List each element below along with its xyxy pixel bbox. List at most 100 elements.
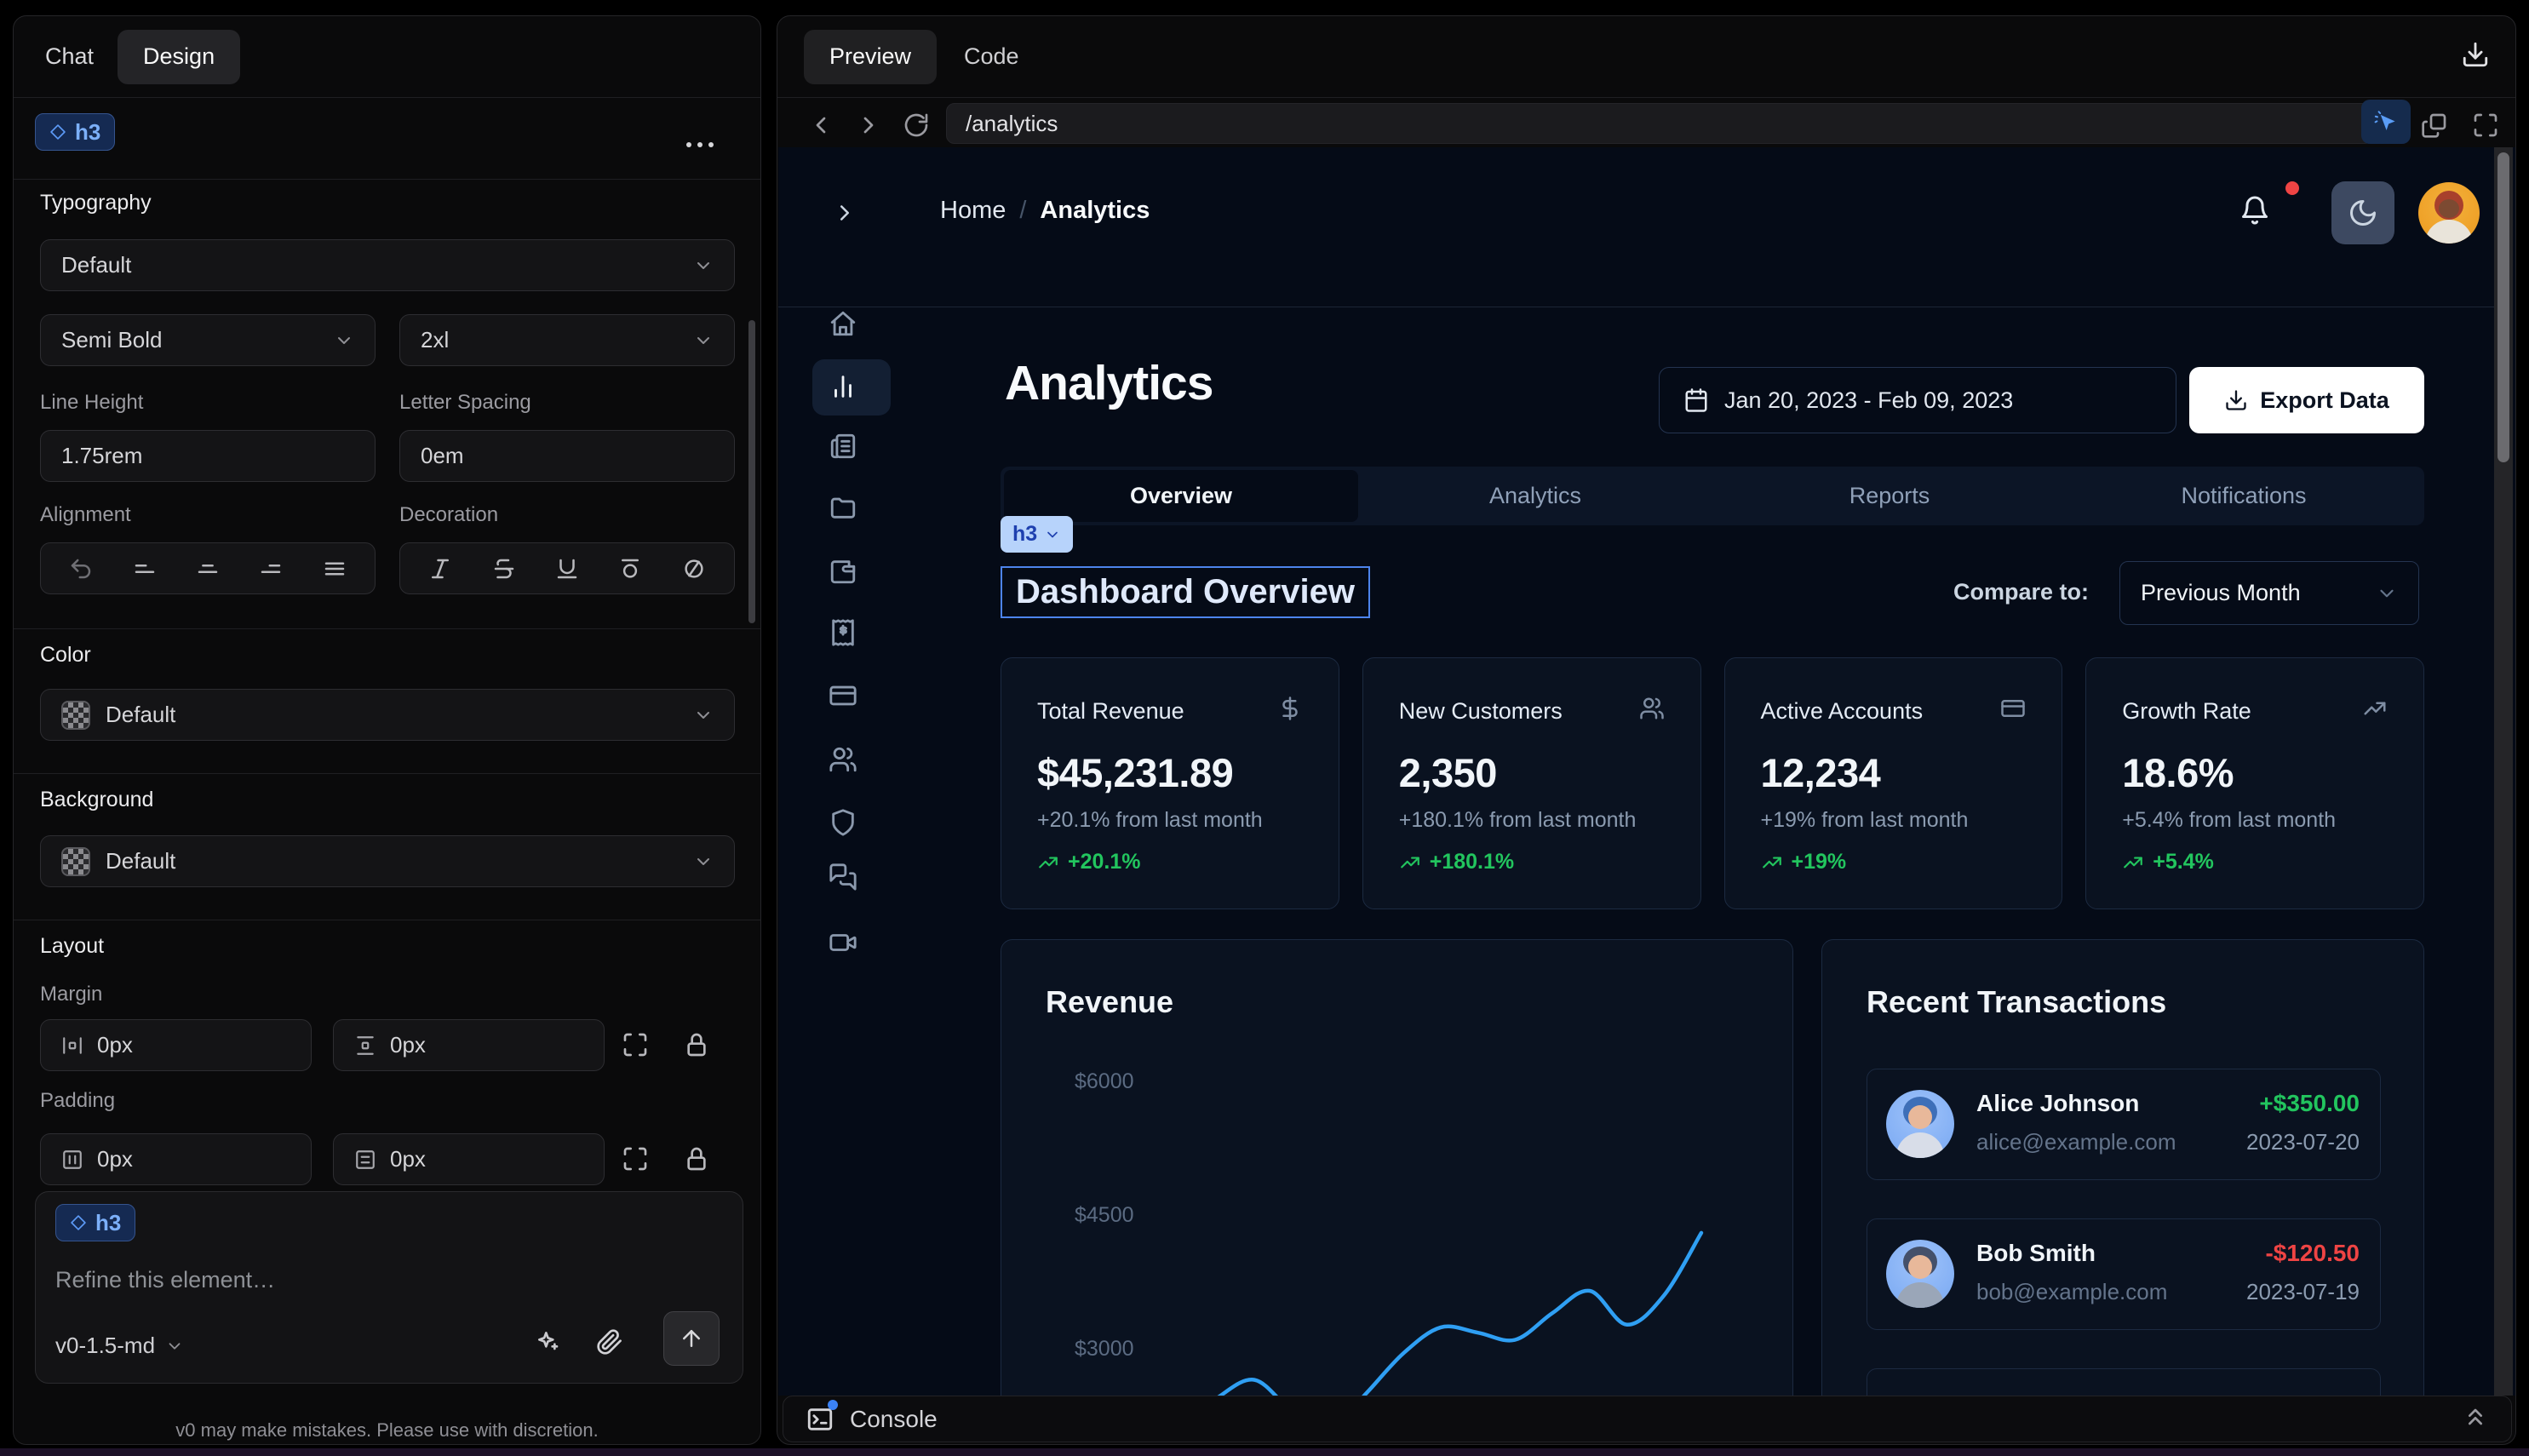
inspect-cursor-button[interactable] [2361,100,2411,144]
divider [14,97,760,98]
transaction-row[interactable]: Alice Johnson alice@example.com +$350.00… [1867,1069,2381,1180]
preview-scrollbar[interactable] [2494,147,2513,1396]
tab-analytics[interactable]: Analytics [1358,470,1712,522]
letter-spacing-input[interactable]: 0em [399,430,735,482]
strikethrough-icon[interactable] [491,556,517,582]
maximize-icon[interactable] [2472,112,2499,139]
send-button[interactable] [663,1311,720,1366]
divider [14,773,760,774]
model-select[interactable]: v0-1.5-md [55,1333,184,1359]
transaction-row-partial[interactable] [1867,1368,2381,1396]
tab-code[interactable]: Code [964,43,1019,70]
chevron-down-icon [693,705,714,725]
breadcrumb-home[interactable]: Home [940,197,1006,225]
sidebar-analytics-icon[interactable] [829,372,857,401]
date-range-button[interactable]: Jan 20, 2023 - Feb 09, 2023 [1659,367,2176,433]
notification-dot [2285,181,2299,195]
sidebar-security-icon[interactable] [829,808,857,837]
italic-icon[interactable] [427,556,453,582]
user-avatar[interactable] [2418,182,2480,244]
sidebar-folder-icon[interactable] [829,493,857,522]
tab-overview[interactable]: Overview [1004,470,1358,522]
refine-element-badge[interactable]: h3 [55,1204,135,1241]
font-style-select[interactable]: Default [40,239,735,291]
diamond-icon [70,1214,87,1231]
copy-icon[interactable] [2421,112,2448,139]
margin-vertical-icon [354,1035,376,1057]
download-icon[interactable] [2461,40,2490,73]
element-tag-pill[interactable]: h3 [1001,516,1073,553]
align-center-icon[interactable] [195,556,221,582]
sidebar-reports-icon[interactable] [829,432,857,461]
console-label: Console [850,1406,938,1433]
left-panel-scrollbar[interactable] [748,320,755,623]
bottom-row: Revenue $6000 $4500 $3000 Recent Transac… [1001,939,2424,1396]
tab-notifications[interactable]: Notifications [2067,470,2421,522]
sidebar-toggle-icon[interactable] [832,200,857,226]
sidebar-users-icon[interactable] [829,745,857,774]
bottom-accent-strip [0,1448,2529,1456]
align-justify-icon[interactable] [322,556,347,582]
refine-input[interactable]: Refine this element… [55,1267,275,1293]
margin-x-input[interactable]: 0px [40,1019,312,1071]
tab-preview[interactable]: Preview [804,30,937,84]
no-decoration-icon[interactable] [681,556,707,582]
refine-chat-box[interactable]: h3 Refine this element… v0-1.5-md [35,1191,743,1384]
compare-select[interactable]: Previous Month [2119,561,2419,625]
credit-card-icon [2000,696,2026,727]
line-height-input[interactable]: 1.75rem [40,430,376,482]
color-section-label: Color [40,643,91,668]
back-icon[interactable] [807,112,834,139]
color-select[interactable]: Default [40,689,735,741]
font-weight-select[interactable]: Semi Bold [40,314,376,366]
transaction-row[interactable]: Bob Smith bob@example.com -$120.50 2023-… [1867,1218,2381,1330]
forward-icon[interactable] [855,112,882,139]
chevrons-up-icon[interactable] [2462,1403,2489,1435]
recent-transactions-card: Recent Transactions Alice Johnson alice@… [1821,939,2424,1396]
tab-reports[interactable]: Reports [1712,470,2067,522]
preview-tab-bar: Preview Code [777,16,2515,97]
sidebar-video-icon[interactable] [829,928,857,957]
align-left-icon[interactable] [132,556,158,582]
underline-icon[interactable] [554,556,580,582]
padding-expand-icon[interactable] [622,1145,649,1172]
decoration-toolbar [399,542,735,594]
sidebar-billing-icon[interactable] [829,681,857,710]
padding-x-input[interactable]: 0px [40,1133,312,1185]
undo-icon[interactable] [68,556,94,582]
margin-expand-icon[interactable] [622,1031,649,1058]
paperclip-icon[interactable] [596,1328,623,1356]
align-right-icon[interactable] [258,556,284,582]
preview-scrollbar-thumb[interactable] [2497,152,2509,462]
sidebar-wallet-icon[interactable] [829,557,857,586]
margin-lock-icon[interactable] [683,1031,710,1058]
more-menu-icon[interactable] [686,142,714,147]
sparkles-icon[interactable] [535,1328,562,1356]
tab-chat[interactable]: Chat [45,43,118,70]
dollar-sign-icon [1277,696,1303,727]
avatar [1886,1240,1954,1308]
selected-element-badge[interactable]: h3 [35,113,115,151]
sidebar-messages-icon[interactable] [829,863,857,891]
chevron-down-icon [2376,582,2398,605]
transaction-amount: +$350.00 [2246,1090,2360,1117]
margin-y-input[interactable]: 0px [333,1019,605,1071]
console-bar[interactable]: Console [783,1396,2512,1442]
sidebar-home-icon[interactable] [829,309,857,338]
padding-y-input[interactable]: 0px [333,1133,605,1185]
theme-toggle-button[interactable] [2331,181,2394,244]
url-input[interactable] [946,103,2373,144]
padding-lock-icon[interactable] [683,1145,710,1172]
disclaimer-text: v0 may make mistakes. Please use with di… [14,1419,760,1442]
overline-icon[interactable] [617,556,643,582]
refresh-icon[interactable] [903,112,930,139]
tab-design[interactable]: Design [118,30,240,84]
chevron-down-icon [693,330,714,351]
font-size-select[interactable]: 2xl [399,314,735,366]
design-panel: Chat Design h3 Typography Default Semi B… [13,15,761,1445]
export-data-button[interactable]: Export Data [2189,367,2424,433]
bell-icon[interactable] [2239,195,2270,226]
dashboard-tabs: Overview Analytics Reports Notifications [1001,467,2424,525]
background-select[interactable]: Default [40,835,735,887]
sidebar-receipt-icon[interactable] [829,618,857,647]
